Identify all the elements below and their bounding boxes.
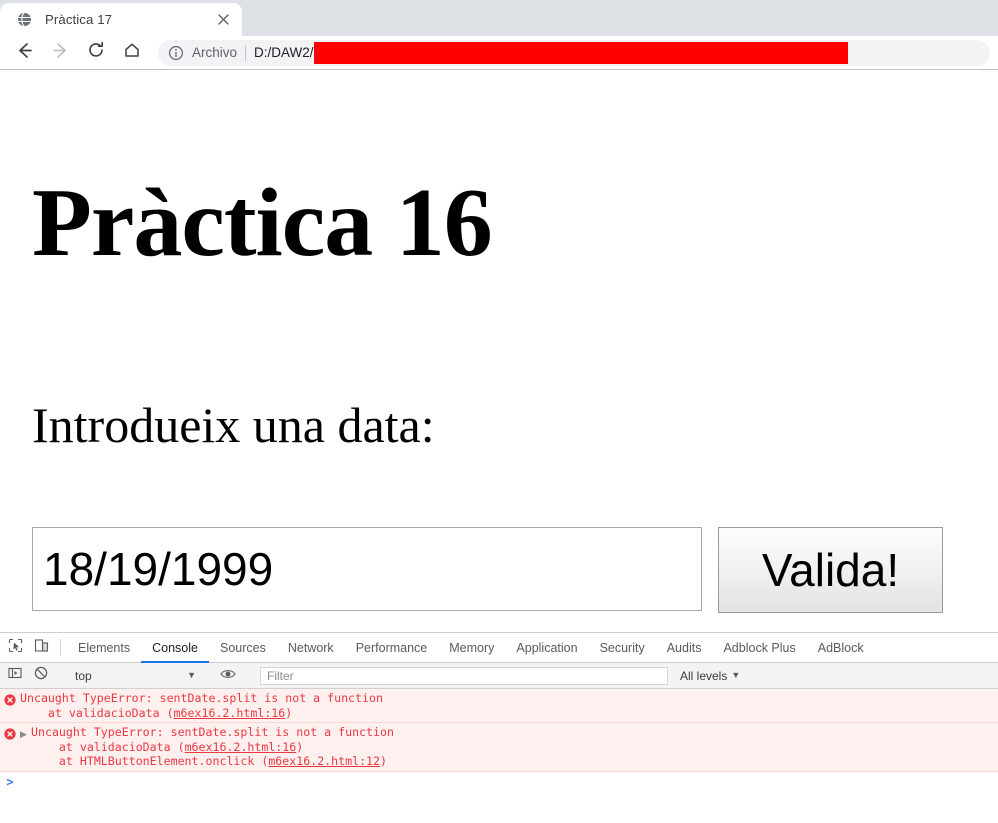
source-link[interactable]: m6ex16.2.html:16 <box>185 740 297 754</box>
log-levels-label: All levels <box>680 668 728 683</box>
chevron-down-icon: ▼ <box>187 670 196 680</box>
clear-console-button[interactable] <box>28 666 54 685</box>
arrow-left-icon <box>15 41 34 65</box>
page-subtitle: Introdueix una data: <box>32 397 435 453</box>
inspect-element-button[interactable] <box>2 633 28 662</box>
devtools-panel: Elements Console Sources Network Perform… <box>0 632 998 821</box>
prompt-chevron-icon: > <box>6 774 14 789</box>
tab-audits[interactable]: Audits <box>656 633 713 662</box>
stack-frame-suffix: ) <box>380 754 387 769</box>
forward-button[interactable] <box>46 39 74 67</box>
console-sidebar-icon <box>8 666 22 685</box>
console-filter-bar: top ▼ All levels ▼ <box>0 663 998 689</box>
console-error-message[interactable]: ▶ Uncaught TypeError: sentDate.split is … <box>0 723 998 772</box>
browser-toolbar: Archivo D:/DAW2/ <box>0 36 998 70</box>
execution-context-select[interactable]: top ▼ <box>67 669 202 683</box>
omnibox-divider <box>245 44 247 61</box>
console-output: Uncaught TypeError: sentDate.split is no… <box>0 689 998 821</box>
device-toolbar-button[interactable] <box>28 633 54 662</box>
page-title: Pràctica 16 <box>32 169 493 277</box>
date-input[interactable] <box>32 527 702 611</box>
home-icon <box>123 41 141 64</box>
error-circle-icon <box>0 725 20 740</box>
tab-strip: Pràctica 17 <box>0 0 998 36</box>
toolbar-separator <box>60 639 61 656</box>
filter-input[interactable] <box>260 666 668 685</box>
validate-button[interactable]: Valida! <box>718 527 943 613</box>
globe-icon <box>16 11 33 28</box>
device-toolbar-icon <box>34 638 49 658</box>
source-link[interactable]: m6ex16.2.html:12 <box>268 754 380 768</box>
console-prompt[interactable]: > <box>0 771 998 789</box>
error-text: Uncaught TypeError: sentDate.split is no… <box>31 725 394 769</box>
stack-frame-prefix: at validacioData ( <box>20 705 174 720</box>
browser-chrome: Pràctica 17 Archivo D:/DAW2/ <box>0 0 998 70</box>
page-viewport: Pràctica 16 Introdueix una data: Valida! <box>0 70 998 632</box>
tab-security[interactable]: Security <box>589 633 656 662</box>
tab-console[interactable]: Console <box>141 633 209 663</box>
tab-network[interactable]: Network <box>277 633 345 662</box>
tab-performance[interactable]: Performance <box>345 633 439 662</box>
console-sidebar-button[interactable] <box>2 666 28 685</box>
chevron-down-icon: ▼ <box>731 670 741 680</box>
url-scheme-label: Archivo <box>192 45 238 60</box>
inspect-element-icon <box>8 638 23 658</box>
info-circle-icon[interactable] <box>168 45 184 61</box>
eye-icon <box>220 667 236 685</box>
browser-tab[interactable]: Pràctica 17 <box>0 3 242 36</box>
stack-frame-prefix: at HTMLButtonElement.onclick ( <box>31 754 269 769</box>
date-form-row: Valida! <box>32 527 943 613</box>
tab-adblock-plus[interactable]: Adblock Plus <box>712 633 806 662</box>
error-summary: Uncaught TypeError: sentDate.split is no… <box>20 691 383 705</box>
tab-application[interactable]: Application <box>505 633 588 662</box>
error-circle-icon <box>0 691 20 706</box>
clear-console-icon <box>34 666 48 685</box>
close-icon[interactable] <box>212 9 234 31</box>
stack-frame-prefix: at validacioData ( <box>31 739 185 754</box>
back-button[interactable] <box>10 39 38 67</box>
console-error-message[interactable]: Uncaught TypeError: sentDate.split is no… <box>0 689 998 724</box>
stack-frame-suffix: ) <box>285 705 293 720</box>
execution-context-value: top <box>75 668 92 683</box>
error-text: Uncaught TypeError: sentDate.split is no… <box>20 691 383 720</box>
address-bar[interactable]: Archivo D:/DAW2/ <box>158 39 990 66</box>
triangle-right-icon[interactable]: ▶ <box>20 725 31 743</box>
url-redaction-block <box>313 41 848 64</box>
tab-elements[interactable]: Elements <box>67 633 141 662</box>
tab-memory[interactable]: Memory <box>438 633 505 662</box>
tab-adblock[interactable]: AdBlock <box>807 633 875 662</box>
error-summary: Uncaught TypeError: sentDate.split is no… <box>31 725 394 740</box>
reload-icon <box>87 41 105 64</box>
home-button[interactable] <box>118 39 146 67</box>
tab-sources[interactable]: Sources <box>209 633 277 662</box>
source-link[interactable]: m6ex16.2.html:16 <box>174 706 286 720</box>
arrow-right-icon <box>51 41 70 65</box>
log-levels-dropdown[interactable]: All levels ▼ <box>680 669 740 683</box>
devtools-tabbar: Elements Console Sources Network Perform… <box>0 633 998 663</box>
url-path-text: D:/DAW2/ <box>254 45 314 60</box>
reload-button[interactable] <box>82 39 110 67</box>
stack-frame-suffix: ) <box>296 739 304 754</box>
live-expression-button[interactable] <box>215 667 241 685</box>
tab-title: Pràctica 17 <box>45 12 113 27</box>
